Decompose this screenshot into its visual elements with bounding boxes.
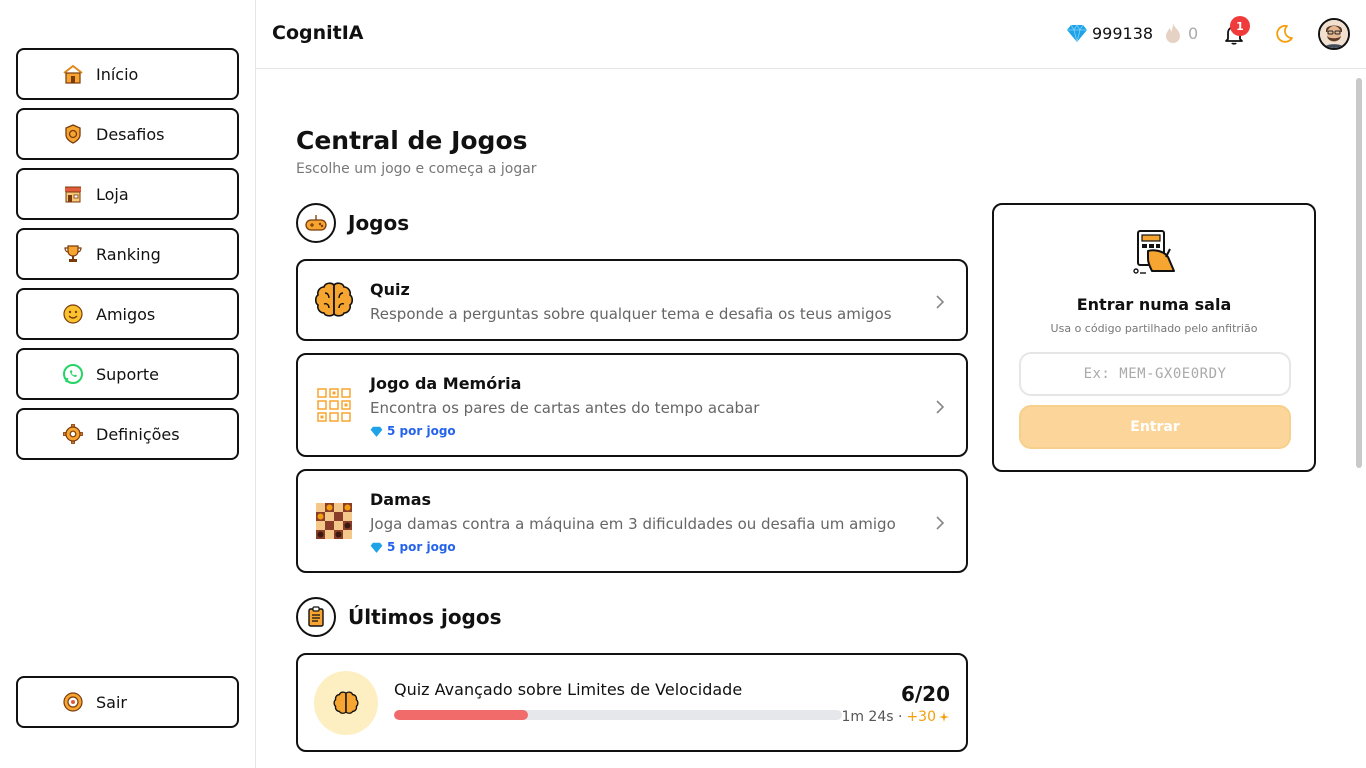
recent-game-xp: +30 [906,709,936,725]
ticket-phone-icon [1130,227,1182,281]
sidebar-item-label: Loja [96,184,129,204]
smiley-icon [62,303,84,325]
sidebar-item-label: Definições [96,424,180,444]
score-progress-bar [394,710,842,720]
diamond-icon [370,426,383,437]
game-description: Joga damas contra a máquina em 3 dificul… [370,515,896,533]
chevron-right-icon [934,399,946,414]
game-card-memoria[interactable]: Jogo da Memória Encontra os pares de car… [296,353,968,457]
moon-icon [1276,24,1293,43]
logout-label: Sair [96,692,127,712]
scrollbar[interactable] [1356,78,1362,468]
game-cost-label: 5 por jogo [387,540,456,554]
game-title: Jogo da Memória [370,374,522,393]
join-room-button[interactable]: Entrar [1019,405,1291,449]
game-card-quiz[interactable]: Quiz Responde a perguntas sobre qualquer… [296,259,968,341]
sidebar-item-loja[interactable]: Loja [16,168,239,220]
logout-icon [62,691,84,713]
top-bar: CognitIA 999138 0 1 [256,0,1366,69]
sidebar-item-definicoes[interactable]: Definições [16,408,239,460]
streak-counter: 0 [1162,22,1198,44]
score-progress-fill [394,710,529,720]
sidebar-item-label: Início [96,64,139,84]
room-title: Entrar numa sala [1076,295,1232,314]
games-section-heading: Jogos [296,203,409,243]
chevron-right-icon [934,515,946,530]
recent-game-title: Quiz Avançado sobre Limites de Velocidad… [394,680,743,699]
logout-button[interactable]: Sair [16,676,239,728]
notification-badge: 1 [1230,16,1250,36]
avatar[interactable] [1318,18,1350,50]
game-cost-label: 5 por jogo [387,424,456,438]
sidebar-item-ranking[interactable]: Ranking [16,228,239,280]
flame-icon [1162,22,1184,44]
diamond-icon [1066,22,1088,44]
theme-toggle[interactable] [1273,23,1295,45]
sidebar-item-label: Desafios [96,124,165,144]
user-avatar-icon [1320,20,1348,48]
home-icon [62,63,84,85]
game-description: Encontra os pares de cartas antes do tem… [370,399,760,417]
whatsapp-icon [62,363,84,385]
trophy-icon [62,243,84,265]
page-title: Central de Jogos [296,126,528,155]
app-brand[interactable]: CognitIA [272,22,364,44]
streak-value: 0 [1188,23,1199,43]
room-code-input[interactable] [1019,352,1291,396]
sidebar-item-amigos[interactable]: Amigos [16,288,239,340]
section-title: Jogos [348,211,410,235]
memory-grid-icon [314,385,354,425]
sidebar-item-label: Amigos [96,304,156,324]
section-title: Últimos jogos [348,605,502,629]
recent-section-heading: Últimos jogos [296,597,502,637]
gems-value: 999138 [1092,23,1154,43]
game-cost: 5 por jogo [370,540,456,554]
gamepad-icon [296,203,336,243]
gear-icon [62,423,84,445]
game-cost: 5 por jogo [370,424,456,438]
target-icon [62,123,84,145]
sidebar-item-inicio[interactable]: Início [16,48,239,100]
recent-game-avatar [314,671,378,735]
sidebar-item-suporte[interactable]: Suporte [16,348,239,400]
recent-game-score: 6/20 [900,682,950,706]
diamond-icon [370,542,383,553]
brain-icon [333,691,359,714]
join-room-card: Entrar numa sala Usa o código partilhado… [992,203,1316,472]
clipboard-icon [296,597,336,637]
brain-icon [314,280,354,320]
game-title: Damas [370,490,432,509]
game-title: Quiz [370,280,410,299]
gems-counter: 999138 [1066,22,1153,44]
spark-icon [939,712,949,722]
sidebar-item-label: Ranking [96,244,161,264]
sidebar-item-label: Suporte [96,364,159,384]
room-subtitle: Usa o código partilhado pelo anfitrião [1050,322,1258,335]
chevron-right-icon [934,294,946,309]
recent-game-card[interactable]: Quiz Avançado sobre Limites de Velocidad… [296,653,968,752]
recent-game-meta: 1m 24s · +30 [841,709,950,725]
store-icon [62,183,84,205]
page-subtitle: Escolhe um jogo e começa a jogar [296,161,537,177]
recent-game-time: 1m 24s · [841,709,903,725]
sidebar: Início Desafios Loja Ranking Amigos Supo… [0,0,256,768]
checkers-board-icon [314,501,354,541]
game-card-damas[interactable]: Damas Joga damas contra a máquina em 3 d… [296,469,968,573]
sidebar-item-desafios[interactable]: Desafios [16,108,239,160]
game-description: Responde a perguntas sobre qualquer tema… [370,305,892,323]
